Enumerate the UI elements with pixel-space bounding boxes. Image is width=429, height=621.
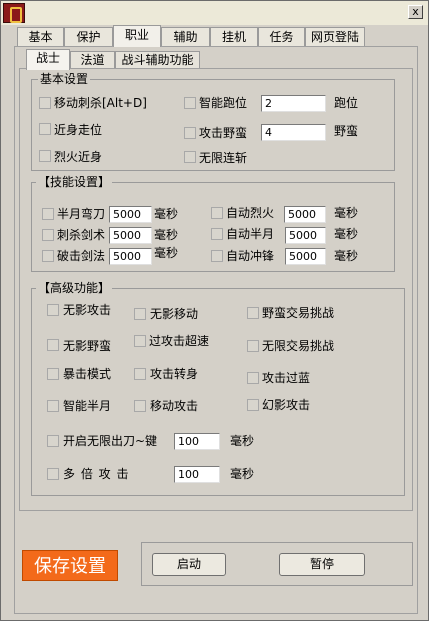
tab-profession[interactable]: 职业 bbox=[113, 25, 161, 47]
auto-half-moon-label: 自动半月 bbox=[226, 227, 275, 241]
infinite-blade-input[interactable]: 100 bbox=[174, 433, 220, 450]
auto-fire-ms: 毫秒 bbox=[334, 206, 359, 220]
over-speed-label: 过攻击超速 bbox=[149, 334, 210, 348]
close-walk-label: 近身走位 bbox=[54, 123, 103, 137]
attack-over-blue-label: 攻击过蓝 bbox=[262, 371, 311, 385]
shadow-attack-checkbox[interactable] bbox=[47, 304, 59, 316]
tab-tasks[interactable]: 任务 bbox=[258, 27, 305, 46]
smart-half-moon-checkbox[interactable] bbox=[47, 400, 59, 412]
attack-savage-checkbox[interactable] bbox=[184, 127, 196, 139]
savage-trade-checkbox[interactable] bbox=[247, 307, 259, 319]
multi-attack-checkbox[interactable] bbox=[47, 468, 59, 480]
auto-half-moon-input[interactable]: 5000 bbox=[285, 227, 326, 244]
break-sword-label: 破击剑法 bbox=[57, 249, 106, 263]
attack-savage-unit: 野蛮 bbox=[334, 124, 359, 138]
half-moon-ms: 毫秒 bbox=[154, 207, 179, 221]
half-moon-input[interactable]: 5000 bbox=[109, 206, 152, 223]
stab-sword-checkbox[interactable] bbox=[42, 229, 54, 241]
auto-fire-label: 自动烈火 bbox=[226, 206, 275, 220]
smart-half-moon-label: 智能半月 bbox=[63, 399, 112, 413]
subtab-combat-assist[interactable]: 战斗辅助功能 bbox=[115, 51, 200, 69]
shadow-attack-label: 无影攻击 bbox=[63, 303, 112, 317]
tab-basic[interactable]: 基本 bbox=[17, 27, 64, 46]
fire-close-label: 烈火近身 bbox=[54, 150, 103, 164]
auto-half-moon-checkbox[interactable] bbox=[211, 228, 223, 240]
move-attack-label: 移动攻击 bbox=[150, 399, 199, 413]
fire-close-checkbox[interactable] bbox=[39, 150, 51, 162]
infinite-blade-checkbox[interactable] bbox=[47, 435, 59, 447]
stab-sword-input[interactable]: 5000 bbox=[109, 227, 152, 244]
infinite-blade-label: 开启无限出刀~键 bbox=[63, 434, 158, 448]
shadow-trade-checkbox[interactable] bbox=[247, 340, 259, 352]
close-walk-checkbox[interactable] bbox=[39, 123, 51, 135]
break-sword-input[interactable]: 5000 bbox=[109, 248, 152, 265]
crit-mode-label: 暴击模式 bbox=[63, 367, 112, 381]
attack-over-blue-checkbox[interactable] bbox=[247, 372, 259, 384]
title-bar: x bbox=[1, 1, 428, 25]
auto-fire-checkbox[interactable] bbox=[211, 207, 223, 219]
smart-run-checkbox[interactable] bbox=[184, 97, 196, 109]
smart-run-label: 智能跑位 bbox=[199, 96, 248, 110]
move-stab-label: 移动刺杀[Alt+D] bbox=[54, 96, 147, 110]
tab-idle[interactable]: 挂机 bbox=[210, 27, 258, 46]
shadow-savage-checkbox[interactable] bbox=[47, 339, 59, 351]
auto-half-moon-ms: 毫秒 bbox=[334, 227, 359, 241]
auto-charge-checkbox[interactable] bbox=[211, 250, 223, 262]
move-stab-checkbox[interactable] bbox=[39, 97, 51, 109]
auto-charge-ms: 毫秒 bbox=[334, 249, 359, 263]
close-button[interactable]: x bbox=[408, 5, 423, 19]
multi-attack-label: 多 倍 攻 击 bbox=[63, 467, 130, 481]
break-sword-ms: 毫秒 bbox=[154, 246, 179, 260]
subtab-warrior[interactable]: 战士 bbox=[26, 49, 70, 70]
stab-sword-label: 刺杀剑术 bbox=[57, 228, 106, 242]
phantom-attack-checkbox[interactable] bbox=[247, 399, 259, 411]
multi-attack-input[interactable]: 100 bbox=[174, 466, 220, 483]
over-speed-checkbox[interactable] bbox=[134, 335, 146, 347]
shadow-savage-label: 无影野蛮 bbox=[63, 339, 112, 353]
phantom-attack-label: 幻影攻击 bbox=[262, 398, 311, 412]
pause-button[interactable]: 暂停 bbox=[279, 553, 365, 576]
shadow-trade-label: 无限交易挑战 bbox=[262, 339, 335, 353]
tab-protect[interactable]: 保护 bbox=[64, 27, 113, 46]
main-window: x 基本 保护 职业 辅助 挂机 任务 网页登陆 战士 法道 战斗辅助功能 基本… bbox=[0, 0, 429, 621]
auto-charge-input[interactable]: 5000 bbox=[285, 248, 326, 265]
shadow-move-checkbox[interactable] bbox=[134, 308, 146, 320]
basic-settings-title: 基本设置 bbox=[38, 72, 91, 86]
half-moon-checkbox[interactable] bbox=[42, 208, 54, 220]
infinite-slash-label: 无限连斩 bbox=[199, 151, 248, 165]
multi-attack-ms: 毫秒 bbox=[230, 467, 255, 481]
half-moon-label: 半月弯刀 bbox=[57, 207, 106, 221]
advanced-group: 【高级功能】 bbox=[31, 281, 405, 496]
advanced-title: 【高级功能】 bbox=[36, 281, 113, 295]
auto-fire-input[interactable]: 5000 bbox=[284, 206, 326, 223]
infinite-blade-ms: 毫秒 bbox=[230, 434, 255, 448]
save-settings-button[interactable]: 保存设置 bbox=[22, 550, 118, 581]
start-button[interactable]: 启动 bbox=[152, 553, 226, 576]
tab-web-login[interactable]: 网页登陆 bbox=[305, 27, 365, 46]
crit-mode-checkbox[interactable] bbox=[47, 368, 59, 380]
tab-assist[interactable]: 辅助 bbox=[161, 27, 210, 46]
app-logo-icon bbox=[3, 3, 25, 23]
attack-turn-checkbox[interactable] bbox=[134, 368, 146, 380]
attack-turn-label: 攻击转身 bbox=[150, 367, 199, 381]
break-sword-checkbox[interactable] bbox=[42, 250, 54, 262]
smart-run-input[interactable]: 2 bbox=[261, 95, 326, 112]
skill-settings-title: 【技能设置】 bbox=[36, 175, 113, 189]
attack-savage-input[interactable]: 4 bbox=[261, 124, 326, 141]
attack-savage-label: 攻击野蛮 bbox=[199, 126, 248, 140]
smart-run-unit: 跑位 bbox=[334, 96, 359, 110]
stab-sword-ms: 毫秒 bbox=[154, 228, 179, 242]
auto-charge-label: 自动冲锋 bbox=[226, 249, 275, 263]
subtab-mage-taoist[interactable]: 法道 bbox=[70, 51, 115, 69]
shadow-move-label: 无影移动 bbox=[150, 307, 199, 321]
savage-trade-label: 野蛮交易挑战 bbox=[262, 306, 335, 320]
move-attack-checkbox[interactable] bbox=[134, 400, 146, 412]
infinite-slash-checkbox[interactable] bbox=[184, 151, 196, 163]
